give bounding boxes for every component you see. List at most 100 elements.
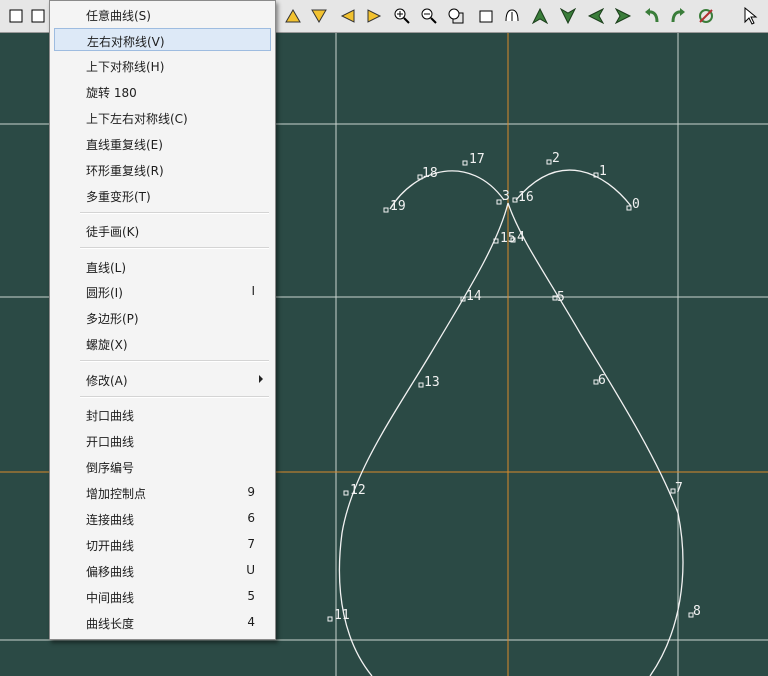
triangle-left-icon[interactable] xyxy=(338,5,358,27)
menu-item-left-right-symmetric[interactable]: 左右对称线(V) xyxy=(54,28,271,51)
menu-item-label: 任意曲线(S) xyxy=(86,9,151,23)
control-point-17[interactable] xyxy=(462,160,468,166)
arrow-left-icon[interactable] xyxy=(586,5,606,27)
curve-right-body[interactable] xyxy=(507,202,684,676)
menu-item-circular-repeat[interactable]: 环形重复线(R) xyxy=(54,158,271,181)
menu-item-offset-curve[interactable]: 偏移曲线 U xyxy=(54,559,271,582)
point-labels: 0 1 2 3 4 5 6 7 8 11 12 13 14 15 16 17 1… xyxy=(334,151,701,623)
menu-item-join-curves[interactable]: 连接曲线 6 xyxy=(54,507,271,530)
rectangle-icon[interactable] xyxy=(476,5,496,27)
point-label: 2 xyxy=(552,151,560,166)
point-label: 8 xyxy=(693,604,701,619)
rotate-left-icon[interactable] xyxy=(642,5,662,27)
menu-item-line[interactable]: 直线(L) xyxy=(54,255,271,278)
menu-item-label: 徒手画(K) xyxy=(86,225,140,239)
menu-item-four-way-symmetric[interactable]: 上下左右对称线(C) xyxy=(54,106,271,129)
triangle-down-icon[interactable] xyxy=(309,5,329,27)
arrow-down-icon[interactable] xyxy=(558,5,578,27)
control-point-3[interactable] xyxy=(496,199,502,205)
menu-item-freehand[interactable]: 徒手画(K) xyxy=(54,219,271,242)
control-point-13[interactable] xyxy=(418,382,424,388)
point-label: 12 xyxy=(350,483,366,498)
menu-item-label: 修改(A) xyxy=(86,374,128,388)
point-label: 18 xyxy=(422,166,438,181)
point-label: 16 xyxy=(518,190,534,205)
open-icon[interactable] xyxy=(28,5,48,27)
curve-left-handle[interactable] xyxy=(389,170,505,210)
menu-item-shortcut: I xyxy=(251,284,255,298)
point-label: 19 xyxy=(390,199,406,214)
context-menu: 任意曲线(S) 左右对称线(V) 上下对称线(H) 旋转 180 上下左右对称线… xyxy=(49,0,276,640)
arrow-right-icon[interactable] xyxy=(613,5,633,27)
point-label: 4 xyxy=(517,230,525,245)
menu-item-shortcut: 4 xyxy=(247,615,255,629)
menu-item-polygon[interactable]: 多边形(P) xyxy=(54,306,271,329)
zoom-window-icon[interactable] xyxy=(446,5,466,27)
point-label: 1 xyxy=(599,164,607,179)
refresh-icon[interactable] xyxy=(696,5,716,27)
menu-item-label: 螺旋(X) xyxy=(86,338,128,352)
point-label: 3 xyxy=(502,189,510,204)
menu-item-open-curve[interactable]: 开口曲线 xyxy=(54,429,271,452)
menu-item-spiral[interactable]: 螺旋(X) xyxy=(54,332,271,355)
control-point-2[interactable] xyxy=(546,159,552,165)
point-label: 14 xyxy=(466,289,482,304)
menu-item-label: 连接曲线 xyxy=(86,513,135,527)
menu-item-label: 多重变形(T) xyxy=(86,190,151,204)
rotate-right-icon[interactable] xyxy=(668,5,688,27)
menu-item-multi-transform[interactable]: 多重变形(T) xyxy=(54,184,271,207)
control-points xyxy=(327,159,694,622)
menu-item-close-curve[interactable]: 封口曲线 xyxy=(54,403,271,426)
menu-item-label: 中间曲线 xyxy=(86,591,135,605)
point-label: 7 xyxy=(675,481,683,496)
point-label: 6 xyxy=(598,373,606,388)
menu-item-curve-length[interactable]: 曲线长度 4 xyxy=(54,611,271,634)
menu-item-add-control-point[interactable]: 增加控制点 9 xyxy=(54,481,271,504)
menu-item-reverse-numbering[interactable]: 倒序编号 xyxy=(54,455,271,478)
menu-item-label: 上下左右对称线(C) xyxy=(86,112,188,126)
control-point-11[interactable] xyxy=(327,616,333,622)
menu-item-up-down-symmetric[interactable]: 上下对称线(H) xyxy=(54,54,271,77)
control-point-0[interactable] xyxy=(626,205,632,211)
menu-item-label: 倒序编号 xyxy=(86,461,135,475)
select-arrow-icon[interactable] xyxy=(740,5,760,27)
menu-item-label: 直线重复线(E) xyxy=(86,138,163,152)
control-point-12[interactable] xyxy=(343,490,349,496)
menu-item-modify[interactable]: 修改(A) xyxy=(54,368,271,391)
menu-item-freeform-curve[interactable]: 任意曲线(S) xyxy=(54,3,271,26)
menu-separator xyxy=(80,360,269,362)
menu-item-label: 旋转 180 xyxy=(86,86,137,100)
menu-item-label: 切开曲线 xyxy=(86,539,135,553)
triangle-right-icon[interactable] xyxy=(364,5,384,27)
point-label: 11 xyxy=(334,608,350,623)
zoom-out-icon[interactable] xyxy=(419,5,439,27)
menu-item-linear-repeat[interactable]: 直线重复线(E) xyxy=(54,132,271,155)
menu-separator xyxy=(80,212,269,214)
point-label: 17 xyxy=(469,152,485,167)
menu-item-circle[interactable]: 圆形(I) I xyxy=(54,280,271,303)
menu-separator xyxy=(80,247,269,249)
menu-item-label: 直线(L) xyxy=(86,261,127,275)
submenu-arrow-icon xyxy=(259,375,263,383)
point-label: 0 xyxy=(632,197,640,212)
new-icon[interactable] xyxy=(6,5,26,27)
menu-item-middle-curve[interactable]: 中间曲线 5 xyxy=(54,585,271,608)
menu-item-shortcut: 5 xyxy=(247,589,255,603)
menu-item-rotate-180[interactable]: 旋转 180 xyxy=(54,80,271,103)
menu-separator xyxy=(80,396,269,398)
menu-item-label: 上下对称线(H) xyxy=(86,60,165,74)
menu-item-shortcut: 9 xyxy=(247,485,255,499)
menu-item-shortcut: 7 xyxy=(247,537,255,551)
curve-left-body[interactable] xyxy=(338,202,509,676)
menu-item-cut-curve[interactable]: 切开曲线 7 xyxy=(54,533,271,556)
zoom-in-icon[interactable] xyxy=(392,5,412,27)
arrow-up-icon[interactable] xyxy=(530,5,550,27)
menu-item-label: 曲线长度 xyxy=(86,617,135,631)
pan-icon[interactable] xyxy=(502,5,522,27)
menu-item-shortcut: 6 xyxy=(247,511,255,525)
control-point-19[interactable] xyxy=(383,207,389,213)
triangle-up-icon[interactable] xyxy=(283,5,303,27)
menu-item-label: 封口曲线 xyxy=(86,409,135,423)
menu-item-label: 多边形(P) xyxy=(86,312,139,326)
menu-item-label: 环形重复线(R) xyxy=(86,164,164,178)
